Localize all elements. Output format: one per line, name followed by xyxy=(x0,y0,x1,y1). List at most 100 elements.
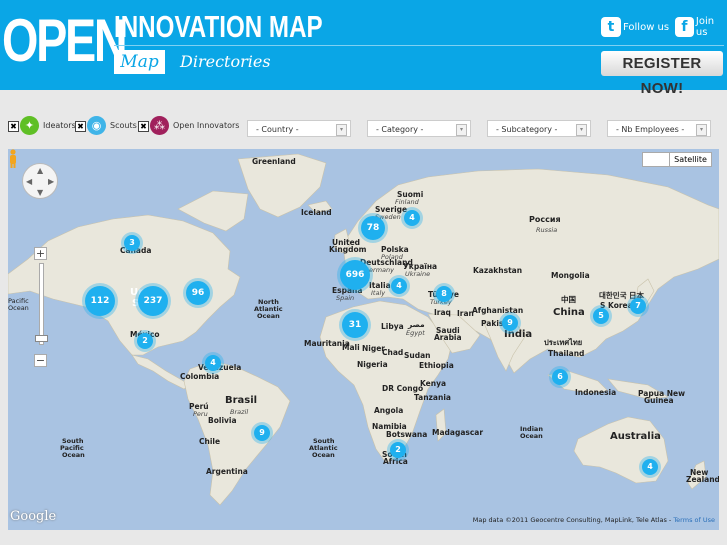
label-libya: Libya xyxy=(381,322,404,331)
join-us-label: Join us xyxy=(695,16,715,38)
country-select-value: - Country - xyxy=(256,125,299,134)
label-mongolia: Mongolia xyxy=(551,271,590,280)
open-innovators-checkbox[interactable]: ✖ xyxy=(138,121,149,132)
terms-of-use-link[interactable]: Terms of Use xyxy=(673,516,715,524)
label-colombia: Colombia xyxy=(180,372,220,381)
logo-open[interactable]: OPEN xyxy=(2,6,128,76)
nav-directories-tab[interactable]: Directories xyxy=(180,50,271,74)
cluster-marker[interactable]: 237 xyxy=(138,286,168,316)
scouts-label: Scouts xyxy=(110,121,137,130)
pan-up-icon[interactable]: ▲ xyxy=(37,166,43,175)
label-saudi-2: Arabia xyxy=(434,333,462,342)
label-chile: Chile xyxy=(199,437,221,446)
cluster-marker[interactable]: 696 xyxy=(340,260,370,290)
chevron-down-icon: ▾ xyxy=(336,124,347,136)
zoom-out-button[interactable]: − xyxy=(34,354,47,367)
label-pacific-2: Ocean xyxy=(8,304,29,312)
label-greenland: Greenland xyxy=(252,157,296,166)
open-innovators-label: Open Innovators xyxy=(173,121,240,130)
label-afghanistan: Afghanistan xyxy=(472,306,524,315)
label-kenya: Kenya xyxy=(420,379,447,388)
label-china: China xyxy=(553,307,585,318)
label-indonesia: Indonesia xyxy=(575,388,617,397)
cluster-marker[interactable]: 78 xyxy=(361,216,385,240)
cluster-marker[interactable]: 112 xyxy=(85,286,115,316)
label-uk-2: Kingdom xyxy=(329,245,367,254)
label-india: India xyxy=(504,329,533,340)
pan-control[interactable]: ▲ ◀ ▶ ▼ xyxy=(22,163,58,199)
employees-select[interactable]: - Nb Employees - ▾ xyxy=(607,120,711,137)
lightbulb-icon: ✦ xyxy=(20,116,39,135)
pan-left-icon[interactable]: ◀ xyxy=(26,177,32,186)
label-botswana: Botswana xyxy=(386,430,428,439)
cluster-marker[interactable]: 4 xyxy=(642,459,658,475)
cluster-marker[interactable]: 2 xyxy=(137,333,153,349)
label-indian-ocean-2: Ocean xyxy=(520,432,543,440)
pan-down-icon[interactable]: ▼ xyxy=(37,188,43,197)
label-russia: Russia xyxy=(536,226,558,234)
label-angola: Angola xyxy=(374,406,404,415)
label-china-native: 中国 xyxy=(561,295,576,304)
cluster-marker[interactable]: 2 xyxy=(390,442,406,458)
label-mali: Mali xyxy=(342,343,360,352)
label-italy: Italy xyxy=(371,289,386,297)
cluster-marker[interactable]: 9 xyxy=(502,315,518,331)
label-north-atlantic-3: Ocean xyxy=(257,312,280,320)
scout-icon: ◉ xyxy=(87,116,106,135)
nav-map-tab[interactable]: Map xyxy=(114,50,165,74)
logo-innovation-map[interactable]: INNOVATION MAP xyxy=(114,10,323,44)
label-argentina: Argentina xyxy=(206,467,248,476)
label-brasil: Brasil xyxy=(225,395,258,406)
label-russia-native: Россия xyxy=(529,215,561,224)
cluster-marker[interactable]: 4 xyxy=(404,210,420,226)
ideators-label: Ideators xyxy=(43,121,76,130)
label-thailand-native: ประเทศไทย xyxy=(544,338,583,347)
world-map[interactable]: Greenland Iceland Canada Suomi Finland S… xyxy=(8,149,719,530)
pan-right-icon[interactable]: ▶ xyxy=(48,177,54,186)
pegman-icon[interactable] xyxy=(8,149,18,169)
map-type-map-button[interactable] xyxy=(642,152,670,167)
cluster-marker[interactable]: 8 xyxy=(436,286,452,302)
label-tanzania: Tanzania xyxy=(414,393,451,402)
google-logo[interactable]: Google xyxy=(10,509,56,524)
cluster-marker[interactable]: 9 xyxy=(254,425,270,441)
label-spain: Spain xyxy=(336,294,355,302)
label-iraq: Iraq xyxy=(434,308,451,317)
label-drcongo: DR Congo xyxy=(382,384,424,393)
category-select[interactable]: - Category - ▾ xyxy=(367,120,471,137)
cluster-marker[interactable]: 5 xyxy=(593,308,609,324)
label-papua-2: Guinea xyxy=(644,396,674,405)
label-australia: Australia xyxy=(610,431,661,442)
ideators-checkbox[interactable]: ✖ xyxy=(8,121,19,132)
zoom-in-button[interactable]: + xyxy=(34,247,47,260)
zoom-slider-track[interactable] xyxy=(39,263,44,345)
label-korea-native: 대한민국 xyxy=(599,291,627,300)
scouts-checkbox[interactable]: ✖ xyxy=(75,121,86,132)
cluster-marker[interactable]: 7 xyxy=(630,298,646,314)
employees-select-value: - Nb Employees - xyxy=(616,125,685,134)
cluster-marker[interactable]: 96 xyxy=(186,281,210,305)
country-select[interactable]: - Country - ▾ xyxy=(247,120,351,137)
category-select-value: - Category - xyxy=(376,125,424,134)
label-brazil: Brazil xyxy=(230,408,249,416)
cluster-marker[interactable]: 31 xyxy=(342,312,368,338)
open-innovators-icon: ⁂ xyxy=(150,116,169,135)
label-egypt: Egypt xyxy=(406,329,425,337)
cluster-marker[interactable]: 6 xyxy=(552,369,568,385)
register-now-button[interactable]: REGISTER NOW! xyxy=(601,51,723,97)
cluster-marker[interactable]: 3 xyxy=(124,235,140,251)
label-madagascar: Madagascar xyxy=(432,428,484,437)
map-type-satellite-button[interactable]: Satellite xyxy=(670,152,712,167)
join-us-link[interactable]: f Join us xyxy=(675,16,727,38)
map-credits: Map data ©2011 Geocentre Consulting, Map… xyxy=(473,516,715,524)
follow-us-link[interactable]: t Follow us xyxy=(601,17,669,37)
cluster-marker[interactable]: 4 xyxy=(205,355,221,371)
zoom-slider-handle[interactable] xyxy=(35,335,48,342)
site-header: OPEN INNOVATION MAP Map Directories t Fo… xyxy=(0,0,727,97)
label-chad: Chad xyxy=(382,348,404,357)
cluster-marker[interactable]: 4 xyxy=(391,278,407,294)
label-south-pacific-3: Ocean xyxy=(62,451,85,459)
subcategory-select[interactable]: - Subcategory - ▾ xyxy=(487,120,591,137)
label-nz-2: Zealand xyxy=(686,475,719,484)
label-peru-2: Peru xyxy=(193,410,208,418)
